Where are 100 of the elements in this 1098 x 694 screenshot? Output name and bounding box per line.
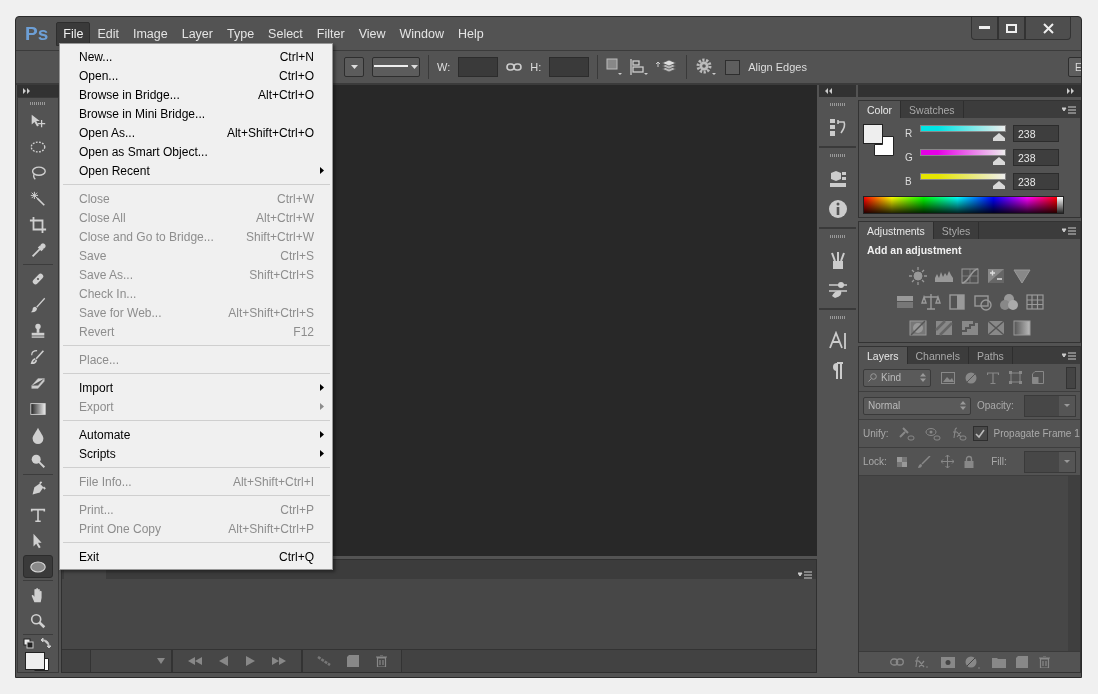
channel-value-field[interactable]: 238	[1013, 149, 1059, 166]
folder-icon[interactable]	[991, 656, 1006, 668]
curve-icon[interactable]	[959, 266, 980, 286]
panel-menu-icon[interactable]	[1062, 106, 1076, 114]
width-field[interactable]	[458, 57, 499, 77]
new-frame-icon[interactable]	[347, 655, 360, 667]
panel-tab[interactable]: Channels	[907, 347, 969, 364]
minimize-button[interactable]	[971, 17, 998, 40]
half-circle-icon[interactable]	[965, 655, 981, 669]
move-arrows-icon[interactable]	[940, 455, 954, 468]
dropdown-caret-icon[interactable]	[157, 658, 165, 664]
type-filter-icon[interactable]	[987, 371, 999, 384]
color-spectrum-bar[interactable]	[863, 196, 1064, 214]
slider-thumb[interactable]	[993, 181, 1006, 189]
padlock-icon[interactable]	[963, 455, 974, 468]
close-button[interactable]	[1025, 17, 1071, 40]
slash-square-icon[interactable]	[907, 318, 928, 338]
link-icon[interactable]	[506, 62, 523, 72]
channel-value-field[interactable]: 238	[1013, 125, 1059, 142]
blend-mode-dropdown[interactable]: Normal	[863, 396, 971, 415]
gradient-square-icon[interactable]	[1011, 318, 1032, 338]
half-square-icon[interactable]	[946, 292, 967, 312]
align-edges-checkbox[interactable]	[725, 59, 741, 75]
tool-button[interactable]	[23, 555, 53, 578]
panel-grip[interactable]	[829, 154, 846, 157]
panel-tab[interactable]: Color	[859, 101, 902, 118]
cube-icon[interactable]	[827, 169, 848, 189]
menu-item[interactable]: Type	[220, 21, 262, 46]
maximize-button[interactable]	[998, 17, 1025, 40]
workspace-button[interactable]: E	[1068, 57, 1081, 77]
opacity-field[interactable]	[1024, 394, 1076, 417]
menu-entry[interactable]: Exit Ctrl+Q	[60, 547, 332, 566]
trash-icon[interactable]	[375, 655, 387, 667]
pin-link-icon[interactable]	[898, 426, 915, 441]
color-slider[interactable]	[921, 126, 1005, 141]
steps-icon[interactable]	[959, 318, 980, 338]
color-slider[interactable]	[921, 174, 1005, 189]
grid-icon[interactable]	[1024, 292, 1045, 312]
default-swap-colors-icon[interactable]	[23, 638, 53, 650]
link-icon[interactable]	[889, 658, 904, 666]
brush-settings-icon[interactable]	[827, 280, 848, 300]
brush-icon[interactable]	[916, 455, 931, 468]
sun-icon[interactable]	[907, 266, 928, 286]
menu-entry[interactable]: Browse in Bridge... Alt+Ctrl+O	[60, 85, 332, 104]
image-filter-icon[interactable]	[941, 371, 955, 384]
expand-icon[interactable]	[23, 88, 31, 94]
channel-value-field[interactable]: 238	[1013, 173, 1059, 190]
menu-item[interactable]: Help	[450, 21, 491, 46]
panel-tab[interactable]: Swatches	[901, 101, 964, 118]
info-icon[interactable]	[827, 199, 848, 219]
previous-frame-icon[interactable]	[219, 656, 229, 666]
menu-item[interactable]: Window	[392, 21, 451, 46]
first-frame-icon[interactable]	[187, 657, 202, 665]
foreground-color-swatch[interactable]	[863, 124, 883, 144]
propagate-checkbox[interactable]	[972, 426, 988, 441]
panel-tab[interactable]: Styles	[933, 222, 980, 239]
menu-item[interactable]: Filter	[309, 21, 352, 46]
menu-item[interactable]: Edit	[90, 21, 126, 46]
menu-item[interactable]: Select	[261, 21, 310, 46]
camera-icon[interactable]	[972, 292, 993, 312]
trash-icon[interactable]	[1038, 656, 1050, 668]
slider-thumb[interactable]	[993, 133, 1006, 141]
dropdown-button[interactable]	[344, 57, 364, 77]
panel-menu-icon[interactable]	[1062, 352, 1076, 360]
menu-item[interactable]: View	[351, 21, 393, 46]
menu-item[interactable]: File	[56, 21, 91, 46]
align-icon[interactable]	[630, 58, 649, 76]
stroke-type-dropdown[interactable]	[372, 57, 420, 77]
background-color-swatch[interactable]	[34, 658, 49, 671]
menu-entry[interactable]: Open as Smart Object...	[60, 142, 332, 161]
menu-entry[interactable]: New... Ctrl+N	[60, 47, 332, 66]
panel-grip[interactable]	[829, 235, 846, 238]
fx-icon[interactable]	[914, 656, 930, 668]
smart-object-filter-icon[interactable]	[1032, 371, 1044, 384]
panel-menu-icon[interactable]	[1062, 227, 1076, 235]
panel-tab[interactable]: Adjustments	[859, 222, 934, 239]
panel-grip[interactable]	[829, 103, 846, 106]
panel-menu-icon[interactable]	[798, 571, 812, 579]
collapse-icon[interactable]	[825, 88, 833, 94]
menu-entry[interactable]: Scripts	[60, 444, 332, 463]
cross-square-icon[interactable]	[985, 318, 1006, 338]
menu-entry[interactable]: Automate	[60, 425, 332, 444]
path-operations-icon[interactable]	[606, 58, 623, 76]
next-frame-icon[interactable]	[272, 657, 287, 665]
foreground-color-swatch[interactable]	[25, 652, 45, 670]
adjustment-filter-icon[interactable]	[965, 371, 977, 384]
menu-entry[interactable]: Open As... Alt+Shift+Ctrl+O	[60, 123, 332, 142]
plus-minus-icon[interactable]	[985, 266, 1006, 286]
color-slider[interactable]	[921, 150, 1005, 165]
filter-toggle[interactable]	[1066, 366, 1076, 389]
panel-grip[interactable]	[30, 102, 46, 105]
panel-tab[interactable]: Paths	[968, 347, 1013, 364]
fill-field[interactable]	[1024, 450, 1076, 473]
slider-thumb[interactable]	[993, 157, 1006, 165]
shape-filter-icon[interactable]	[1009, 371, 1022, 384]
history-icon[interactable]	[827, 118, 848, 138]
eye-link-icon[interactable]	[924, 426, 941, 441]
tween-icon[interactable]	[317, 656, 332, 666]
menu-entry[interactable]: Browse in Mini Bridge...	[60, 104, 332, 123]
settings-icon[interactable]	[695, 57, 718, 77]
